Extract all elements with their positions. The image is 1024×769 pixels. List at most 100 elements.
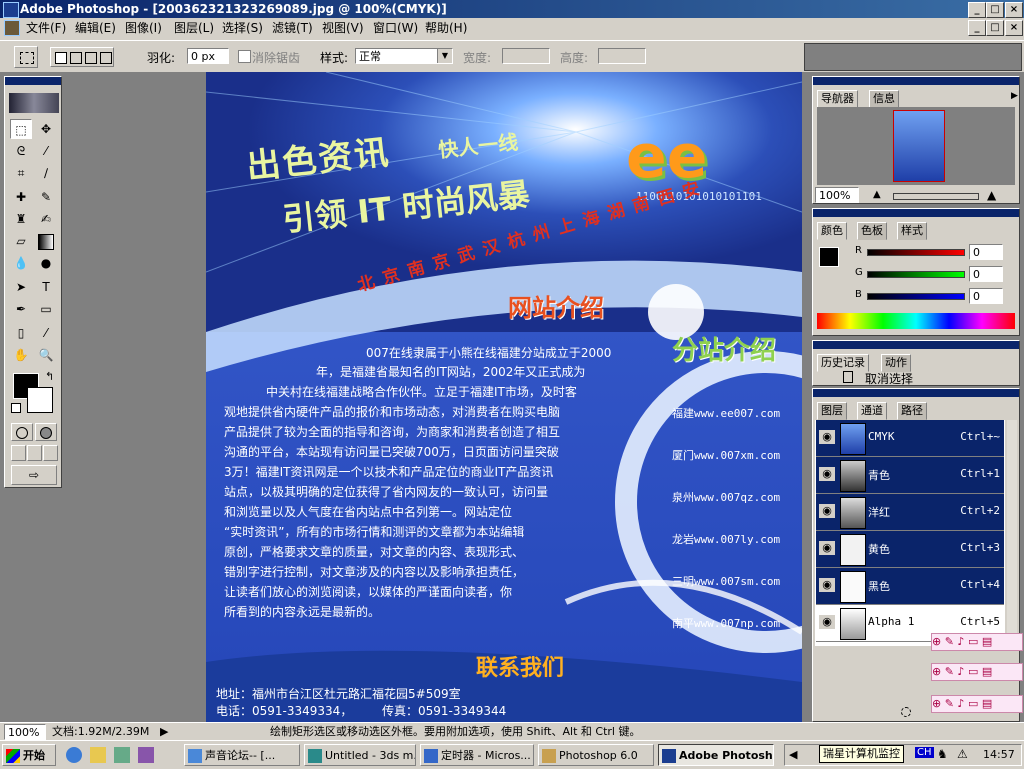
document-canvas[interactable]: 出色资讯 快人一线 引领 IT 时尚风暴 ee 1100110101010101… [206, 72, 802, 722]
eye-icon[interactable]: ◉ [819, 578, 835, 592]
standard-mode-icon[interactable] [11, 423, 33, 441]
marquee-tool-preset[interactable] [14, 46, 38, 68]
channel-row[interactable]: ◉ 黄色 Ctrl+3 [816, 531, 1004, 568]
start-button[interactable]: 开始 [2, 744, 56, 766]
navigator-titlebar[interactable] [813, 77, 1019, 85]
tab-navigator[interactable]: 导航器 [817, 90, 858, 108]
zoom-tool-icon[interactable]: 🔍 [35, 345, 57, 365]
color-fg-swatch[interactable] [819, 247, 839, 267]
new-selection-icon[interactable] [55, 52, 67, 64]
stamp-tool-icon[interactable]: ♜ [10, 209, 32, 229]
eye-icon[interactable]: ◉ [819, 615, 835, 629]
palette-well[interactable] [804, 43, 1022, 71]
ime-toolbar[interactable]: ⊕ ✎ ♪ ▭ ▤ [931, 663, 1023, 681]
tray-app-icon[interactable]: ♞ [937, 747, 948, 761]
brush-tool-icon[interactable]: ✎ [35, 187, 57, 207]
menu-layer[interactable]: 图层(L) [174, 20, 214, 36]
zoom-out-icon[interactable]: ▲ [873, 189, 881, 200]
swap-colors-icon[interactable]: ↰ [45, 370, 54, 383]
eye-icon[interactable]: ◉ [819, 467, 835, 481]
doc-minimize-button[interactable]: _ [968, 20, 986, 36]
marquee-tool-icon[interactable]: ⬚ [10, 119, 32, 139]
chevron-down-icon[interactable]: ▼ [437, 49, 452, 63]
navigator-zoom-input[interactable]: 100% [815, 187, 859, 203]
ime-toolbar[interactable]: ⊕ ✎ ♪ ▭ ▤ [931, 695, 1023, 713]
hand-tool-icon[interactable]: ✋ [10, 345, 32, 365]
quickmask-mode-icon[interactable] [35, 423, 57, 441]
doc-close-button[interactable]: × [1005, 20, 1023, 36]
history-titlebar[interactable] [813, 341, 1019, 349]
history-item[interactable]: 取消选择 [865, 370, 913, 387]
navigator-preview[interactable] [817, 107, 1015, 185]
tab-info[interactable]: 信息 [869, 90, 899, 108]
pen-tool-icon[interactable]: ✒ [10, 299, 32, 319]
ime-indicator[interactable]: CH [915, 747, 934, 758]
move-tool-icon[interactable]: ✥ [35, 119, 57, 139]
magic-wand-tool-icon[interactable]: ⁄ [35, 141, 57, 161]
selection-mode-buttons[interactable] [50, 47, 114, 67]
channel-row[interactable]: ◉ 黑色 Ctrl+4 [816, 568, 1004, 605]
ie-quicklaunch-icon[interactable] [66, 747, 82, 763]
status-doc-size[interactable]: 文档:1.92M/2.39M [52, 723, 149, 741]
eye-icon[interactable]: ◉ [819, 504, 835, 518]
type-tool-icon[interactable]: T [35, 277, 57, 297]
desktop-quicklaunch-icon[interactable] [114, 747, 130, 763]
document-icon[interactable] [4, 20, 20, 36]
minimize-button[interactable]: _ [968, 2, 986, 18]
clock[interactable]: 14:57 [983, 748, 1015, 761]
style-select[interactable]: 正常 ▼ [355, 48, 453, 64]
menu-select[interactable]: 选择(S) [222, 20, 263, 36]
taskbar-task[interactable]: Untitled - 3ds m... [304, 744, 416, 766]
load-selection-icon[interactable] [901, 707, 911, 717]
channel-row[interactable]: ◉ 洋红 Ctrl+2 [816, 494, 1004, 531]
eraser-tool-icon[interactable]: ▱ [10, 231, 32, 251]
green-slider[interactable] [867, 271, 965, 278]
close-button[interactable]: × [1005, 2, 1023, 18]
navigator-thumbnail[interactable] [893, 110, 945, 182]
tray-shield-icon[interactable]: ⚠ [957, 747, 968, 761]
channel-row[interactable]: ◉ CMYK Ctrl+~ [816, 420, 1004, 457]
default-colors-icon[interactable] [11, 403, 21, 413]
red-input[interactable]: 0 [969, 244, 1003, 260]
play-icon[interactable]: ▶ [160, 723, 168, 741]
taskbar-task[interactable]: 定时器 - Micros... [420, 744, 534, 766]
eye-logo-icon[interactable] [9, 93, 59, 113]
screen-mode-standard-icon[interactable] [11, 445, 26, 461]
volume-icon[interactable]: ◀ [789, 748, 797, 761]
screen-mode-full-icon[interactable] [43, 445, 58, 461]
subtract-selection-icon[interactable] [85, 52, 97, 64]
lasso-tool-icon[interactable]: ᘓ [10, 141, 32, 161]
menu-window[interactable]: 窗口(W) [373, 20, 418, 36]
antialias-checkbox[interactable] [238, 50, 251, 63]
gradient-tool-icon[interactable] [35, 231, 57, 251]
tab-styles[interactable]: 样式 [897, 222, 927, 240]
ime-toolbar[interactable]: ⊕ ✎ ♪ ▭ ▤ [931, 633, 1023, 651]
panel-menu-icon[interactable]: ▶ [1011, 91, 1018, 101]
menu-file[interactable]: 文件(F) [26, 20, 66, 36]
toolbox-titlebar[interactable] [5, 77, 61, 85]
eyedropper-tool-icon[interactable]: ⁄ [35, 323, 57, 343]
menu-help[interactable]: 帮助(H) [425, 20, 467, 36]
notes-tool-icon[interactable]: ▯ [10, 323, 32, 343]
app-quicklaunch-icon[interactable] [138, 747, 154, 763]
blur-tool-icon[interactable]: 💧 [10, 253, 32, 273]
taskbar-task[interactable]: Photoshop 6.0 [538, 744, 654, 766]
taskbar-task[interactable]: 声音论坛-- [... [184, 744, 300, 766]
dodge-tool-icon[interactable]: ● [35, 253, 57, 273]
feather-input[interactable]: 0 px [187, 48, 229, 64]
add-selection-icon[interactable] [70, 52, 82, 64]
tab-history[interactable]: 历史记录 [817, 354, 869, 372]
color-titlebar[interactable] [813, 209, 1019, 217]
channels-titlebar[interactable] [813, 389, 1019, 397]
healing-tool-icon[interactable]: ✚ [10, 187, 32, 207]
zoom-in-icon[interactable]: ▲ [987, 188, 996, 202]
menu-image[interactable]: 图像(I) [125, 20, 162, 36]
path-select-tool-icon[interactable]: ➤ [10, 277, 32, 297]
color-spectrum-bar[interactable] [817, 313, 1015, 329]
status-zoom-input[interactable]: 100% [4, 724, 46, 740]
blue-slider[interactable] [867, 293, 965, 300]
outlook-quicklaunch-icon[interactable] [90, 747, 106, 763]
crop-tool-icon[interactable]: ⌗ [10, 163, 32, 183]
maximize-button[interactable]: □ [986, 2, 1004, 18]
tab-paths[interactable]: 路径 [897, 402, 927, 420]
